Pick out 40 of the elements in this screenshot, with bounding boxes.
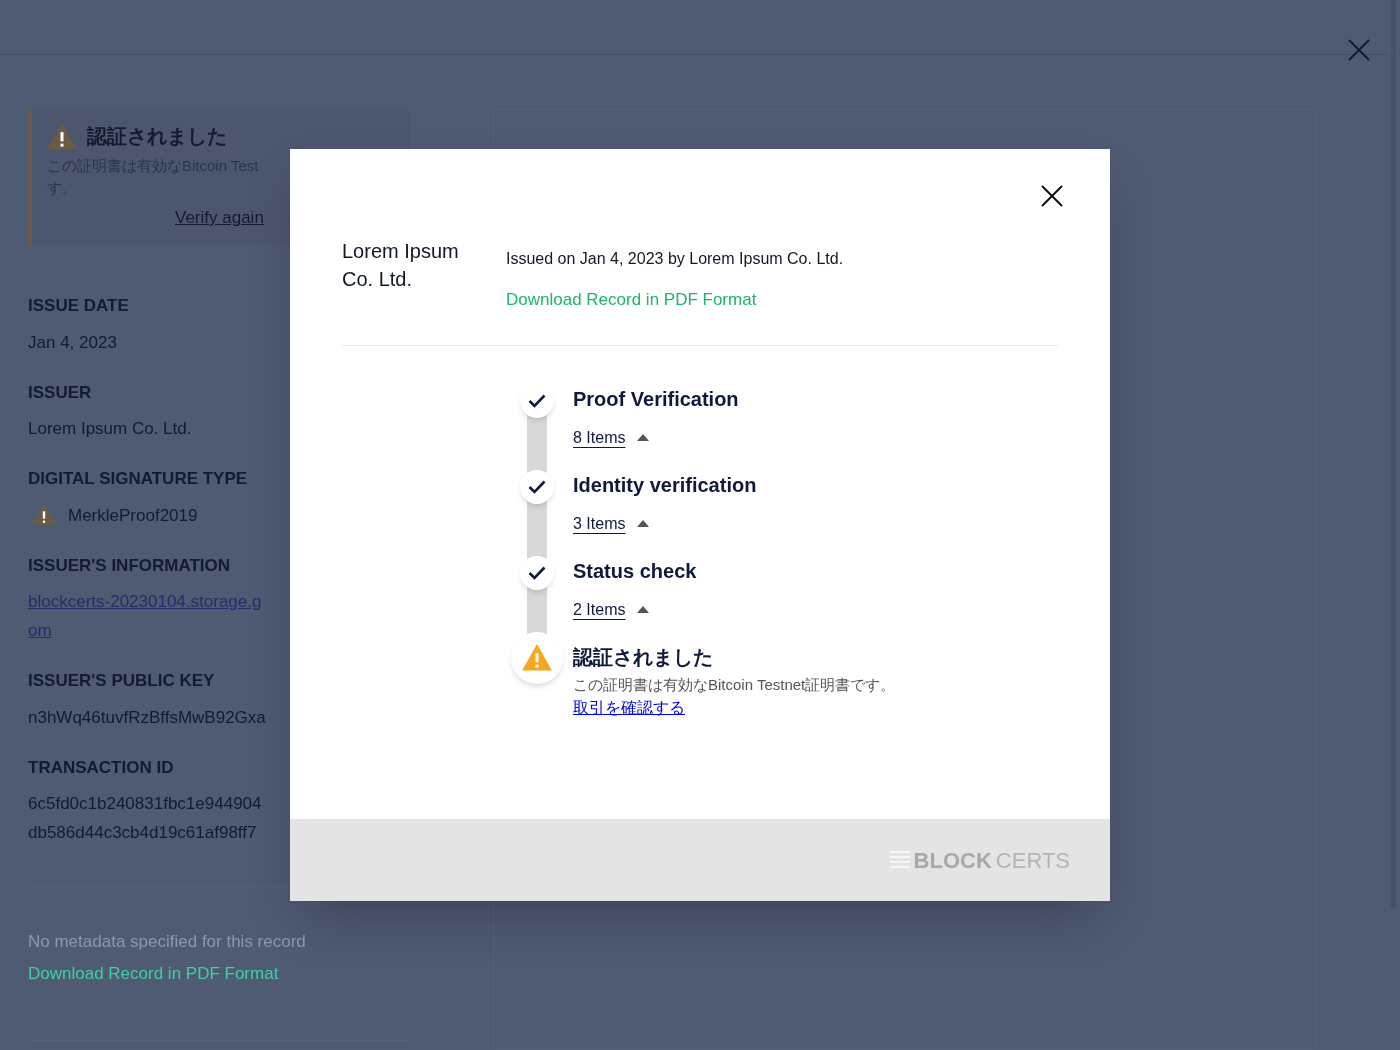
field-value: Lorem Ipsum Co. Ltd. (28, 418, 193, 440)
field-value: MerkleProof2019 (68, 504, 198, 527)
caret-icon[interactable] (637, 520, 650, 527)
step-title: Identity verification (573, 472, 757, 498)
field-value: n3hWq46tuvfRzBffsMwB92Gxa (28, 706, 267, 729)
warning-icon (47, 122, 77, 150)
field-value: db586d44c3cb4d19c61af98ff7 (28, 822, 258, 844)
issuer-name: Lorem Ipsum Co. Ltd. (342, 239, 460, 292)
step-description: この証明書は有効なBitcoin Testnet証明書です。 (573, 674, 896, 695)
check-icon (528, 393, 546, 408)
field-value: 6c5fd0c1b240831fbc1e944904 (28, 793, 263, 815)
check-icon (528, 565, 546, 580)
close-button[interactable] (1040, 184, 1064, 208)
issued-text: Issued on Jan 4, 2023 by Lorem Ipsum Co. Ltd. (506, 249, 844, 269)
transaction-link[interactable]: 取引を確認する (573, 696, 685, 720)
alert-title: 認証されました (87, 124, 227, 149)
step-title: 認証されました (573, 644, 714, 670)
close-icon (1346, 37, 1372, 63)
caret-icon[interactable] (637, 606, 650, 613)
field-value: Jan 4, 2023 (28, 331, 118, 354)
step-title: Status check (573, 558, 697, 584)
items-toggle[interactable]: 8 Items (573, 425, 626, 450)
field-label: ISSUER'S INFORMATION (28, 554, 232, 577)
download-link[interactable]: Download Record in PDF Format (28, 960, 410, 986)
caret-icon[interactable] (637, 434, 650, 441)
field-label: ISSUER'S PUBLIC KEY (28, 670, 216, 692)
field-label: TRANSACTION ID (28, 756, 175, 779)
items-toggle[interactable]: 3 Items (573, 511, 626, 536)
download-link[interactable]: Download Record in PDF Format (506, 287, 844, 313)
field-label: DIGITAL SIGNATURE TYPE (28, 468, 249, 490)
step-title: Proof Verification (573, 386, 739, 412)
verify-again-link[interactable]: Verify again (175, 208, 264, 227)
warning-icon (522, 644, 552, 671)
close-icon (1040, 184, 1064, 208)
check-icon (528, 479, 546, 494)
metadata-text: No metadata specified for this record (28, 931, 307, 953)
warning-icon (32, 504, 56, 526)
items-toggle[interactable]: 2 Items (573, 597, 626, 622)
field-label: ISSUE DATE (28, 295, 130, 317)
field-label: ISSUER (28, 381, 93, 404)
